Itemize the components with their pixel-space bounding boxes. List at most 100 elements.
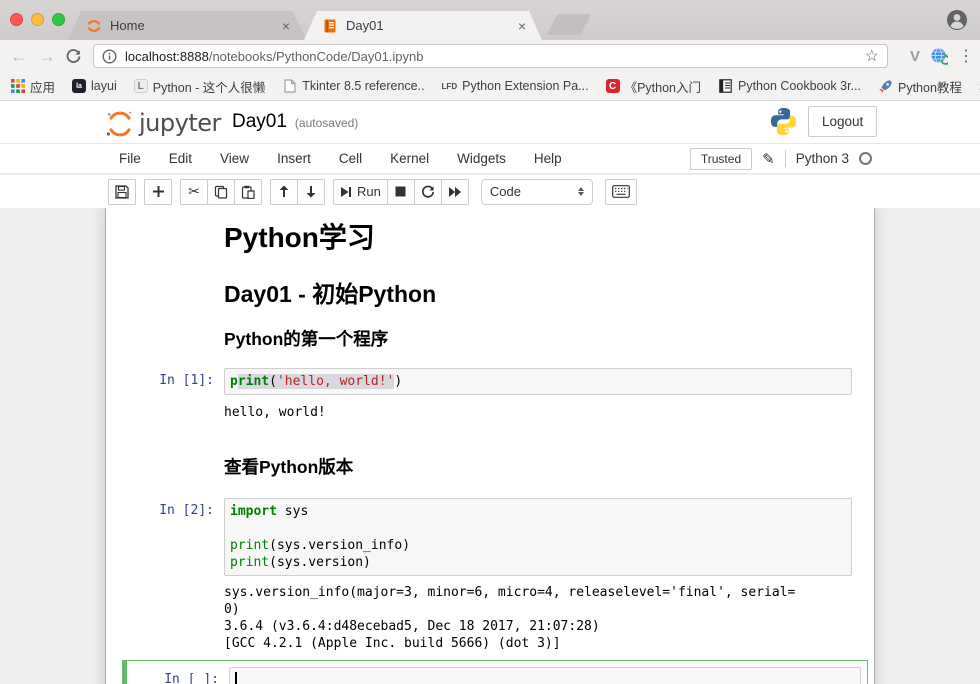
close-window-button[interactable] [10,13,23,26]
jupyter-header: jupyter Day01 (autosaved) Logout [0,101,980,143]
tab-day01[interactable]: Day01 × [304,11,542,40]
extension-v-icon[interactable]: V [910,48,920,65]
document-icon [282,79,297,94]
menu-edit[interactable]: Edit [155,144,206,173]
move-cell-down-button[interactable] [297,179,325,205]
code-cell-1[interactable]: In [1]: print('hello, world!') [106,368,874,395]
menu-kernel[interactable]: Kernel [376,144,443,173]
code-input[interactable]: import sys print(sys.version_info)print(… [224,498,852,576]
url-path: /notebooks/PythonCode/Day01.ipynb [209,49,424,64]
restart-run-all-button[interactable] [441,179,469,205]
autosave-status: (autosaved) [295,116,358,130]
zoom-window-button[interactable] [52,13,65,26]
url-host: localhost:8888 [125,49,209,64]
minimize-window-button[interactable] [31,13,44,26]
bookmark-python-rumen[interactable]: C 《Python入门 [606,77,701,96]
lfd-icon: LFD [442,82,458,91]
bookmark-apps[interactable]: 应用 [10,77,55,96]
code-cell-3-selected[interactable]: In [ ]: [122,660,868,684]
fast-forward-icon [448,186,462,198]
menu-view[interactable]: View [206,144,263,173]
browser-titlebar: Home × Day01 × [0,0,980,40]
tab-close-icon[interactable]: × [280,18,292,34]
step-forward-icon [340,186,352,198]
tab-label: Day01 [346,18,516,33]
bookmark-label: Python Extension Pa... [462,79,588,93]
trusted-button[interactable]: Trusted [690,148,752,170]
command-palette-button[interactable] [605,179,637,205]
copy-icon [214,185,228,199]
jupyter-logo[interactable]: jupyter [105,107,221,137]
bookmark-python-extension[interactable]: LFD Python Extension Pa... [442,79,589,93]
menu-file[interactable]: File [105,144,155,173]
bookmark-label: Python - 这个人很懒 [153,77,266,96]
bookmark-label: 《Python入门 [625,77,701,96]
forward-icon[interactable]: → [34,43,60,69]
keyboard-icon [612,185,630,198]
code-cell-2[interactable]: In [2]: import sys print(sys.version_inf… [106,498,874,576]
cut-cell-button[interactable]: ✂ [180,179,208,205]
markdown-cell-title[interactable]: Python学习 Day01 - 初始Python Python的第一个程序 [106,221,874,350]
jupyter-toolbar: ✂ [0,175,980,208]
browser-menu-icon[interactable]: ⋮ [958,46,974,66]
browser-navbar: ← → localhost:8888/notebooks/PythonCode/… [0,40,980,72]
tab-close-icon[interactable]: × [516,18,528,34]
markdown-cell-version[interactable]: 查看Python版本 [106,456,874,478]
bookmark-python-cookbook[interactable]: Python Cookbook 3r... [718,79,861,94]
stop-icon [395,186,406,197]
add-cell-button[interactable] [144,179,172,205]
bookmark-tkinter[interactable]: Tkinter 8.5 reference.. [282,79,424,94]
heading-1: Python学习 [224,221,852,255]
tab-label: Home [110,18,280,33]
code-input-active[interactable] [229,667,861,684]
bookmark-label: Python教程 [898,77,962,96]
notebook-title[interactable]: Day01 [232,111,287,133]
cell-type-dropdown[interactable]: Code [481,179,593,205]
back-icon[interactable]: ← [6,43,32,69]
reload-icon[interactable] [60,43,86,69]
new-tab-button[interactable] [546,14,591,35]
heading-3-first-program: Python的第一个程序 [224,328,852,350]
rocket-icon [878,79,893,94]
logout-button[interactable]: Logout [808,106,877,137]
menu-cell[interactable]: Cell [325,144,376,173]
bookmark-layui[interactable]: la layui [72,79,117,93]
dropdown-stepper-icon [578,187,584,196]
input-prompt: In [ ]: [127,667,229,684]
bookmark-label: Tkinter 8.5 reference.. [302,79,424,93]
globe-extension-icon[interactable] [930,47,948,65]
bookmark-star-icon[interactable]: ☆ [865,46,879,66]
heading-3-version: 查看Python版本 [224,456,852,478]
output-cell-2: sys.version_info(major=3, minor=6, micro… [106,584,874,652]
move-cell-up-button[interactable] [270,179,298,205]
bookmark-label: layui [91,79,117,93]
save-button[interactable] [108,179,136,205]
profile-avatar-icon[interactable] [946,9,968,31]
bookmark-label: 应用 [30,77,55,96]
restart-kernel-button[interactable] [414,179,442,205]
menu-insert[interactable]: Insert [263,144,325,173]
arrow-up-icon [278,185,290,198]
jupyter-logo-icon [105,107,135,137]
bookmark-python-jiaocheng[interactable]: Python教程 [878,77,962,96]
heading-2: Day01 - 初始Python [224,280,852,309]
run-cell-button[interactable]: Run [333,179,388,205]
address-bar[interactable]: localhost:8888/notebooks/PythonCode/Day0… [93,44,888,68]
notebook-scroll-area[interactable]: Python学习 Day01 - 初始Python Python的第一个程序 I… [0,208,980,684]
book-icon [718,79,733,94]
code-input[interactable]: print('hello, world!') [224,368,852,395]
menu-widgets[interactable]: Widgets [443,144,520,173]
input-prompt: In [2]: [111,498,224,576]
output-text: hello, world! [224,404,852,421]
python-logo-icon [768,106,799,137]
tab-home[interactable]: Home × [68,11,306,40]
page-info-icon[interactable] [102,49,117,64]
bookmark-label: Python Cookbook 3r... [738,79,861,93]
interrupt-kernel-button[interactable] [387,179,415,205]
paste-cell-button[interactable] [234,179,262,205]
jupyter-logo-text: jupyter [139,109,221,137]
bookmark-liaoxuefeng[interactable]: L Python - 这个人很懒 [134,77,266,96]
text-cursor [235,672,237,684]
copy-cell-button[interactable] [207,179,235,205]
menu-help[interactable]: Help [520,144,576,173]
